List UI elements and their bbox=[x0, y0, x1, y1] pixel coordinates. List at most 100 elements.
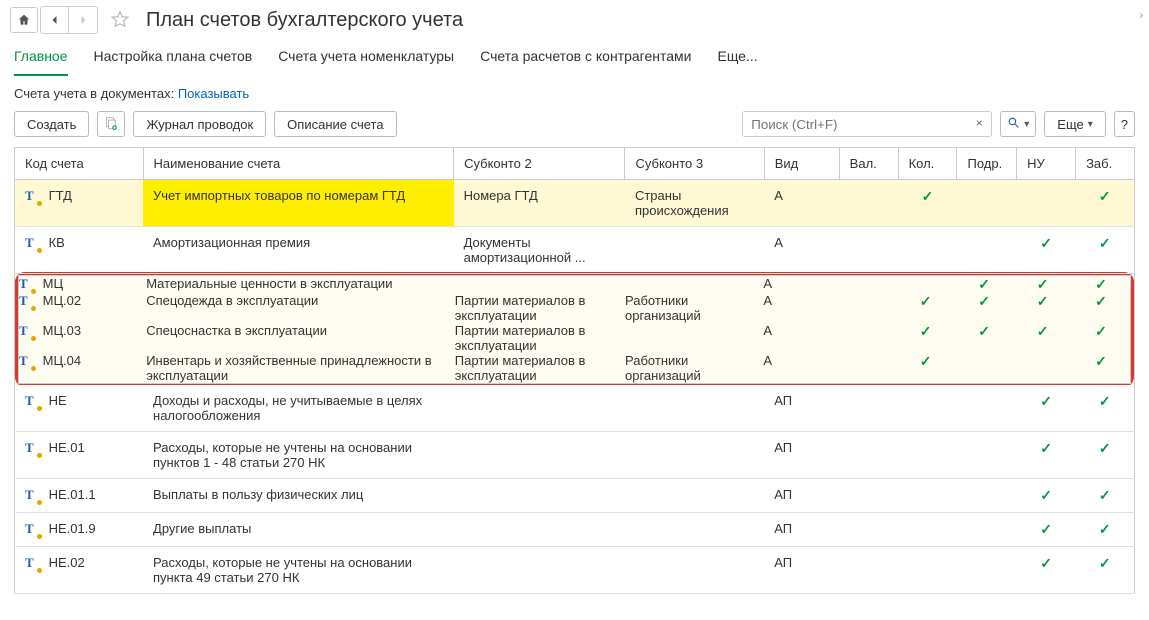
table-row[interactable]: T МЦ.03Спецоснастка в эксплуатацииПартии… bbox=[19, 323, 1131, 353]
cell-code[interactable]: T ГТД bbox=[15, 180, 144, 227]
cell-sub3 bbox=[625, 276, 763, 294]
cell-code[interactable]: T НЕ.01.1 bbox=[15, 479, 144, 513]
flag-cell: ✓ bbox=[896, 353, 955, 384]
cell-code[interactable]: T НЕ.01 bbox=[15, 432, 144, 479]
flag-cell bbox=[839, 479, 898, 513]
cell-name[interactable]: Амортизационная премия bbox=[143, 227, 454, 274]
cell-name[interactable]: Инвентарь и хозяйственные принадлежности… bbox=[146, 353, 455, 384]
back-button[interactable] bbox=[41, 7, 69, 33]
favorite-star-icon[interactable] bbox=[110, 9, 130, 32]
flag-cell bbox=[957, 479, 1017, 513]
table-row[interactable]: T НЕ.01.1Выплаты в пользу физических лиц… bbox=[15, 479, 1135, 513]
cell-name[interactable]: Выплаты в пользу физических лиц bbox=[143, 479, 454, 513]
cell-sub2 bbox=[454, 513, 625, 547]
help-button[interactable]: ? bbox=[1114, 111, 1135, 137]
cell-vid: АП bbox=[764, 385, 839, 432]
cell-code[interactable]: T МЦ bbox=[19, 276, 147, 294]
flag-cell: ✓ bbox=[1072, 353, 1131, 384]
search-dropdown-button[interactable]: ▾ bbox=[1000, 111, 1036, 137]
col-zab[interactable]: Заб. bbox=[1076, 148, 1135, 180]
account-row-icon: T bbox=[19, 276, 35, 292]
cell-sub2 bbox=[454, 479, 625, 513]
cell-name[interactable]: Спецодежда в эксплуатации bbox=[146, 293, 455, 323]
search-input[interactable] bbox=[742, 111, 992, 137]
flag-cell: ✓ bbox=[1076, 180, 1135, 227]
col-podr[interactable]: Подр. bbox=[957, 148, 1017, 180]
cell-vid: АП bbox=[764, 513, 839, 547]
cell-code[interactable]: T КВ bbox=[15, 227, 144, 274]
cell-code[interactable]: T НЕ.01.9 bbox=[15, 513, 144, 547]
account-desc-button[interactable]: Описание счета bbox=[274, 111, 396, 137]
flag-cell bbox=[839, 385, 898, 432]
col-sub2[interactable]: Субконто 2 bbox=[454, 148, 625, 180]
tab-0[interactable]: Главное bbox=[14, 42, 68, 76]
cell-code[interactable]: T МЦ.02 bbox=[19, 293, 147, 323]
cell-name[interactable]: Доходы и расходы, не учитываемые в целях… bbox=[143, 385, 454, 432]
col-nu[interactable]: НУ bbox=[1017, 148, 1076, 180]
create-button[interactable]: Создать bbox=[14, 111, 89, 137]
toggle-show-link[interactable]: Показывать bbox=[178, 86, 249, 101]
panel-expand-icon[interactable]: › bbox=[1140, 10, 1143, 21]
cell-code[interactable]: T МЦ.04 bbox=[19, 353, 147, 384]
cell-name[interactable]: Расходы, которые не учтены на основании … bbox=[143, 432, 454, 479]
forward-button[interactable] bbox=[69, 7, 97, 33]
more-button[interactable]: Еще ▾ bbox=[1044, 111, 1105, 137]
table-row[interactable]: T КВАмортизационная премияДокументы амор… bbox=[15, 227, 1135, 274]
col-kol[interactable]: Кол. bbox=[898, 148, 957, 180]
table-row[interactable]: T МЦ.04Инвентарь и хозяйственные принадл… bbox=[19, 353, 1131, 384]
flag-cell: ✓ bbox=[1013, 276, 1072, 294]
table-row[interactable]: T НЕ.01.9Другие выплатыАП✓✓ bbox=[15, 513, 1135, 547]
cell-name[interactable]: Материальные ценности в эксплуатации bbox=[146, 276, 455, 294]
table-row[interactable]: T НЕДоходы и расходы, не учитываемые в ц… bbox=[15, 385, 1135, 432]
flag-cell: ✓ bbox=[1076, 479, 1135, 513]
flag-cell: ✓ bbox=[1017, 432, 1076, 479]
col-val[interactable]: Вал. bbox=[839, 148, 898, 180]
account-row-icon: T bbox=[25, 235, 41, 251]
home-button[interactable] bbox=[10, 7, 38, 33]
flag-cell bbox=[957, 180, 1017, 227]
table-row[interactable]: T НЕ.01Расходы, которые не учтены на осн… bbox=[15, 432, 1135, 479]
cell-vid: А bbox=[763, 293, 837, 323]
cell-name[interactable]: Учет импортных товаров по номерам ГТД bbox=[143, 180, 454, 227]
cell-code[interactable]: T НЕ bbox=[15, 385, 144, 432]
account-desc-label: Описание счета bbox=[287, 117, 383, 132]
col-name[interactable]: Наименование счета bbox=[143, 148, 454, 180]
tab-3[interactable]: Счета расчетов с контрагентами bbox=[480, 42, 691, 76]
cell-vid: АП bbox=[764, 547, 839, 594]
table-row[interactable]: T МЦ.02Спецодежда в эксплуатацииПартии м… bbox=[19, 293, 1131, 323]
journal-button[interactable]: Журнал проводок bbox=[133, 111, 266, 137]
table-row[interactable]: T МЦМатериальные ценности в эксплуатации… bbox=[19, 276, 1131, 294]
flag-cell: ✓ bbox=[1017, 513, 1076, 547]
cell-sub3 bbox=[625, 432, 764, 479]
cell-vid: А bbox=[763, 323, 837, 353]
flag-cell: ✓ bbox=[1017, 227, 1076, 274]
flag-cell bbox=[839, 227, 898, 274]
table-row[interactable]: T ГТДУчет импортных товаров по номерам Г… bbox=[15, 180, 1135, 227]
tab-1[interactable]: Настройка плана счетов bbox=[94, 42, 253, 76]
cell-code[interactable]: T МЦ.03 bbox=[19, 323, 147, 353]
cell-vid: А bbox=[763, 276, 837, 294]
cell-sub3: Страны происхождения bbox=[625, 180, 764, 227]
col-sub3[interactable]: Субконто 3 bbox=[625, 148, 764, 180]
table-row[interactable]: T НЕ.02Расходы, которые не учтены на осн… bbox=[15, 547, 1135, 594]
flag-cell bbox=[839, 180, 898, 227]
cell-code[interactable]: T НЕ.02 bbox=[15, 547, 144, 594]
flag-cell: ✓ bbox=[1013, 293, 1072, 323]
journal-button-label: Журнал проводок bbox=[146, 117, 253, 132]
tab-4[interactable]: Еще... bbox=[717, 42, 757, 76]
copy-button[interactable] bbox=[97, 111, 125, 137]
cell-name[interactable]: Расходы, которые не учтены на основании … bbox=[143, 547, 454, 594]
account-row-icon: T bbox=[25, 487, 41, 503]
cell-name[interactable]: Спецоснастка в эксплуатации bbox=[146, 323, 455, 353]
flag-cell: ✓ bbox=[1072, 293, 1131, 323]
flag-cell: ✓ bbox=[1013, 323, 1072, 353]
cell-sub3 bbox=[625, 323, 763, 353]
cell-name[interactable]: Другие выплаты bbox=[143, 513, 454, 547]
cell-vid: А bbox=[764, 227, 839, 274]
col-vid[interactable]: Вид bbox=[764, 148, 839, 180]
col-code[interactable]: Код счета bbox=[15, 148, 144, 180]
search-icon bbox=[1007, 116, 1020, 132]
search-clear-icon[interactable]: × bbox=[970, 114, 988, 132]
tab-2[interactable]: Счета учета номенклатуры bbox=[278, 42, 454, 76]
flag-cell: ✓ bbox=[955, 293, 1014, 323]
